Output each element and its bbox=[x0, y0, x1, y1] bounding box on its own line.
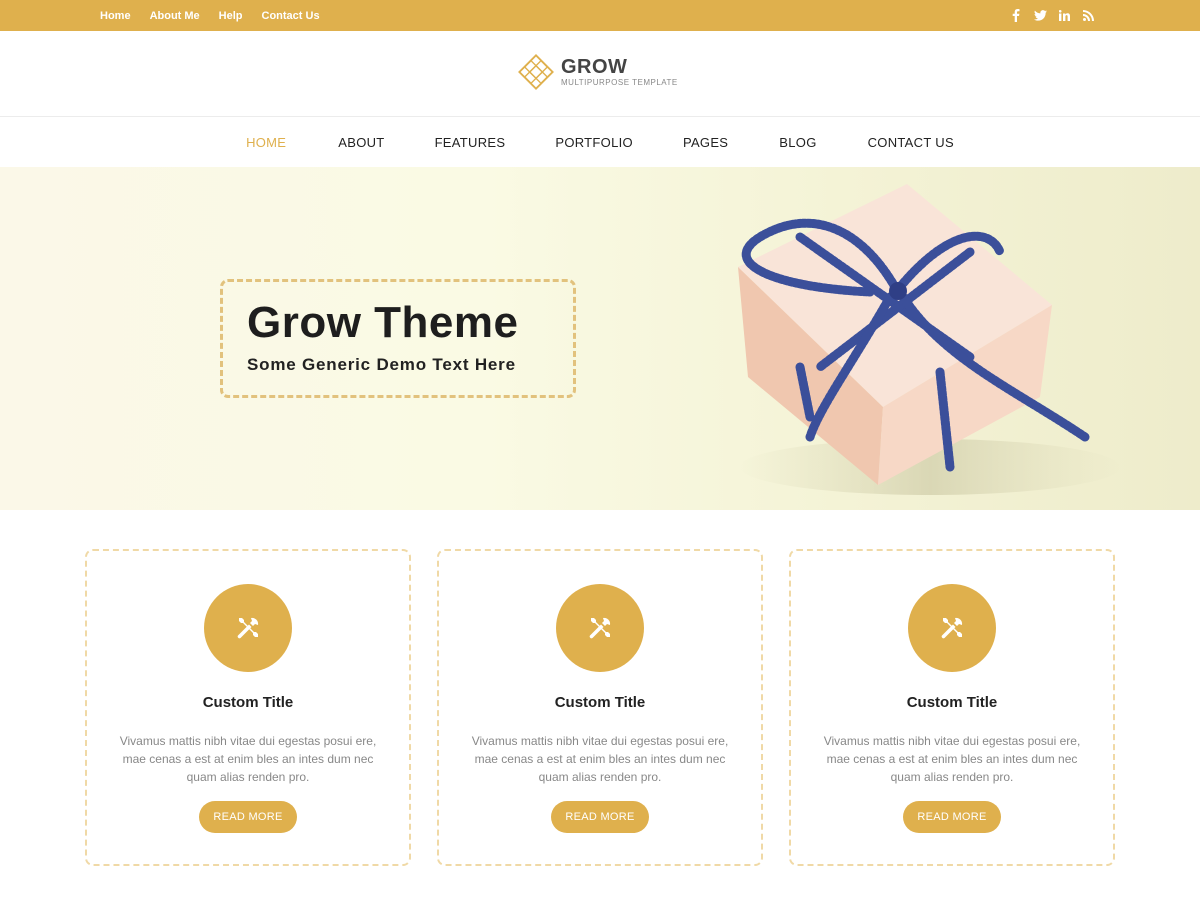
read-more-button[interactable]: READ MORE bbox=[199, 801, 297, 833]
card-text: Vivamus mattis nibh vitae dui egestas po… bbox=[471, 734, 729, 784]
feature-card: Custom Title Vivamus mattis nibh vitae d… bbox=[85, 549, 411, 866]
tools-icon bbox=[556, 584, 644, 672]
top-link-about-me[interactable]: About Me bbox=[150, 10, 200, 22]
nav-item-blog[interactable]: BLOG bbox=[779, 135, 816, 150]
twitter-icon[interactable] bbox=[1028, 0, 1052, 31]
top-nav: Home About Me Help Contact Us bbox=[100, 0, 339, 31]
logo-diamond-icon bbox=[518, 54, 554, 90]
card-text: Vivamus mattis nibh vitae dui egestas po… bbox=[119, 734, 377, 784]
nav-item-contact-us[interactable]: CONTACT US bbox=[868, 135, 954, 150]
logo-text: GROW MULTIPURPOSE TEMPLATE bbox=[561, 56, 678, 88]
nav-item-portfolio[interactable]: PORTFOLIO bbox=[555, 135, 633, 150]
tools-icon bbox=[908, 584, 996, 672]
tools-icon bbox=[204, 584, 292, 672]
nav-item-features[interactable]: FEATURES bbox=[435, 135, 506, 150]
rss-icon[interactable] bbox=[1076, 0, 1100, 31]
nav-item-home[interactable]: HOME bbox=[246, 135, 286, 150]
top-bar: Home About Me Help Contact Us bbox=[0, 0, 1200, 31]
nav-item-about[interactable]: ABOUT bbox=[338, 135, 384, 150]
main-nav: HOME ABOUT FEATURES PORTFOLIO PAGES BLOG… bbox=[0, 118, 1200, 167]
card-title: Custom Title bbox=[202, 694, 294, 711]
feature-card: Custom Title Vivamus mattis nibh vitae d… bbox=[789, 549, 1115, 866]
nav-item-pages[interactable]: PAGES bbox=[683, 135, 728, 150]
top-link-home[interactable]: Home bbox=[100, 10, 131, 22]
hero-title: Grow Theme bbox=[247, 298, 519, 347]
card-title: Custom Title bbox=[906, 694, 998, 711]
logo-tagline: MULTIPURPOSE TEMPLATE bbox=[561, 78, 678, 87]
read-more-button[interactable]: READ MORE bbox=[903, 801, 1001, 833]
hero-banner: Grow Theme Some Generic Demo Text Here bbox=[0, 167, 1200, 510]
feature-cards: Custom Title Vivamus mattis nibh vitae d… bbox=[85, 549, 1115, 866]
top-link-contact-us[interactable]: Contact Us bbox=[262, 10, 320, 22]
card-title: Custom Title bbox=[554, 694, 646, 711]
logo-title: GROW bbox=[561, 56, 628, 78]
hero-caption-box: Grow Theme Some Generic Demo Text Here bbox=[220, 279, 576, 398]
top-link-help[interactable]: Help bbox=[219, 10, 243, 22]
gift-box-image bbox=[738, 184, 1120, 495]
site-header: GROW MULTIPURPOSE TEMPLATE bbox=[0, 31, 1200, 117]
site-logo[interactable]: GROW MULTIPURPOSE TEMPLATE bbox=[517, 53, 678, 91]
read-more-button[interactable]: READ MORE bbox=[551, 801, 649, 833]
social-links bbox=[1004, 0, 1100, 31]
feature-card: Custom Title Vivamus mattis nibh vitae d… bbox=[437, 549, 763, 866]
facebook-icon[interactable] bbox=[1004, 0, 1028, 31]
hero-subtitle: Some Generic Demo Text Here bbox=[247, 355, 516, 374]
linkedin-icon[interactable] bbox=[1052, 0, 1076, 31]
card-text: Vivamus mattis nibh vitae dui egestas po… bbox=[823, 734, 1081, 784]
